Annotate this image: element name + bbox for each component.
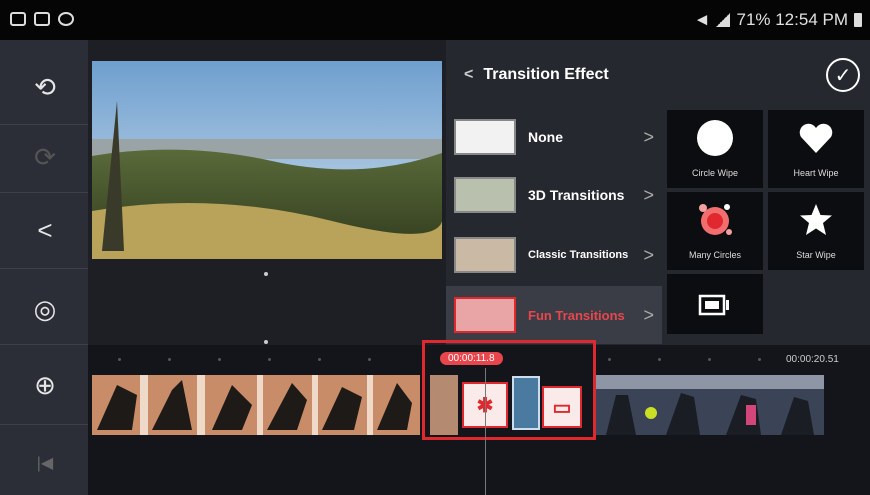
toolbar-divider: [0, 192, 88, 193]
video-clip-2[interactable]: [596, 375, 824, 435]
ruler-tick: [368, 358, 371, 361]
battery-icon: [854, 13, 862, 27]
split-icon: ⊕: [34, 369, 56, 400]
category-thumbnail: [454, 297, 516, 333]
mute-icon: ◄: [693, 10, 711, 29]
skip-start-icon: |◀: [36, 455, 54, 472]
chevron-right-icon: >: [643, 304, 654, 325]
ruler-tick: [118, 358, 121, 361]
effect-label: Many Circles: [688, 250, 741, 260]
ruler-tick: [758, 358, 761, 361]
video-clip-1[interactable]: [92, 375, 420, 435]
share-icon: <: [37, 214, 53, 245]
toolbar-divider: [0, 344, 88, 345]
effect-label: Star Wipe: [796, 250, 836, 260]
star-icon: [800, 204, 832, 235]
playhead[interactable]: [485, 368, 486, 495]
ruler-tick: [268, 358, 271, 361]
back-icon[interactable]: <: [464, 66, 473, 84]
heart-icon: [799, 123, 833, 153]
side-toolbar: ⟲ ⟳ < ◎ ⊕ |◀: [0, 40, 88, 495]
end-time-label: 00:00:20.51: [786, 354, 839, 365]
panel-title: Transition Effect: [483, 66, 609, 83]
category-thumbnail: [454, 237, 516, 273]
preview-image: [92, 61, 442, 259]
panel-header: < Transition Effect ✓: [446, 52, 870, 102]
ruler-tick: [608, 358, 611, 361]
category-fun-transitions[interactable]: Fun Transitions >: [446, 286, 662, 344]
signal-icon: [716, 13, 731, 27]
chevron-right-icon: >: [643, 244, 654, 265]
selection-highlight: [422, 340, 596, 440]
toolbar-divider: [0, 124, 88, 125]
category-thumbnail: [454, 177, 516, 213]
preview-dot: [264, 340, 268, 344]
check-icon: ✓: [834, 64, 852, 87]
effect-star-wipe[interactable]: Star Wipe: [768, 192, 864, 270]
many-circles-icon: [699, 204, 732, 235]
preview-dot: [264, 272, 268, 276]
effect-label: Circle Wipe: [691, 168, 738, 178]
clip-thumbnails: [92, 375, 420, 435]
screen-icon: [698, 294, 729, 316]
gallery-icon: [34, 12, 50, 26]
category-thumbnail: [454, 119, 516, 155]
redo-icon: ⟳: [34, 141, 56, 172]
share-button[interactable]: <: [18, 203, 72, 257]
toolbar-divider: [0, 268, 88, 269]
category-3d-transitions[interactable]: 3D Transitions >: [446, 166, 662, 224]
category-none[interactable]: None >: [446, 108, 662, 166]
clip-thumbnails: [596, 375, 824, 435]
ruler-tick: [708, 358, 711, 361]
category-label: 3D Transitions: [528, 187, 625, 203]
ruler-tick: [218, 358, 221, 361]
effect-heart-wipe[interactable]: Heart Wipe: [768, 110, 864, 188]
preview-eye-button[interactable]: ◎: [18, 282, 72, 336]
ruler-tick: [658, 358, 661, 361]
category-classic-transitions[interactable]: Classic Transitions >: [446, 226, 662, 284]
effect-label: Heart Wipe: [793, 168, 839, 178]
notification-icon: [10, 12, 26, 26]
category-label: Classic Transitions: [528, 249, 629, 261]
redo-button[interactable]: ⟳: [18, 130, 72, 184]
chevron-right-icon: >: [643, 126, 654, 147]
video-preview[interactable]: [92, 61, 442, 259]
skip-start-button[interactable]: |◀: [18, 436, 72, 490]
status-icons-left: [10, 12, 74, 26]
ruler-tick: [168, 358, 171, 361]
status-bar: ◄ 71% 12:54 PM: [0, 0, 870, 40]
category-label: Fun Transitions: [528, 307, 625, 323]
effect-screen[interactable]: [667, 274, 763, 334]
circle-icon: [697, 120, 733, 156]
status-icons-right: ◄ 71% 12:54 PM: [694, 10, 862, 30]
undo-icon: ⟲: [34, 71, 56, 102]
effect-circle-wipe[interactable]: Circle Wipe: [667, 110, 763, 188]
effect-many-circles[interactable]: Many Circles: [667, 192, 763, 270]
settings-icon: [58, 12, 74, 26]
chevron-right-icon: >: [643, 184, 654, 205]
preview-eye-icon: ◎: [33, 293, 57, 324]
ruler-tick: [318, 358, 321, 361]
split-button[interactable]: ⊕: [18, 358, 72, 412]
toolbar-divider: [0, 424, 88, 425]
undo-button[interactable]: ⟲: [18, 60, 72, 114]
confirm-button[interactable]: ✓: [826, 58, 860, 92]
category-label: None: [528, 129, 563, 145]
status-text: 71% 12:54 PM: [736, 10, 848, 29]
panel-title-row[interactable]: < Transition Effect: [464, 66, 609, 84]
